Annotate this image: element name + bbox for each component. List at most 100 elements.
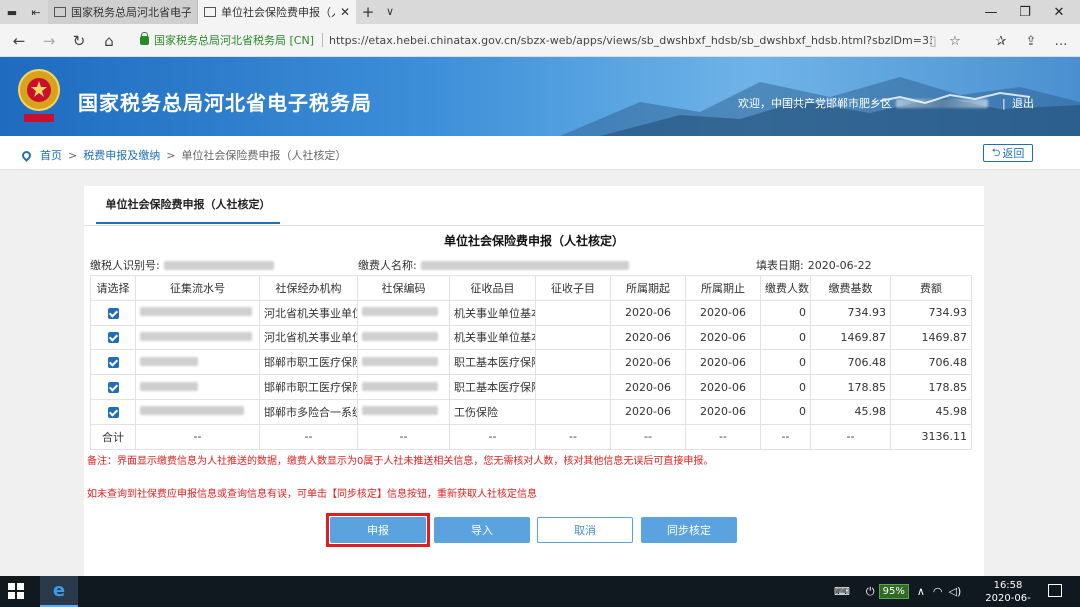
declaration-panel: 单位社会保险费申报（人社核定） 单位社会保险费申报（人社核定） 缴税人识别号: … — [84, 186, 984, 576]
amount-cell: 734.93 — [890, 299, 972, 326]
browser-tab-bar: ▬ ⇤ 国家税务总局河北省电子税 单位社会保险费申报（人 ✕ + ∨ — ❐ ✕ — [0, 0, 1080, 24]
home-icon[interactable]: ⌂ — [96, 28, 122, 53]
col-header: 征收品目 — [449, 275, 536, 301]
breadcrumb: 首页 > 税费申报及缴纳 > 单位社会保险费申报（人社核定） — [20, 147, 347, 163]
cancel-button[interactable]: 取消 — [537, 517, 633, 543]
site-title: 国家税务总局河北省电子税务局 — [78, 91, 372, 115]
total-dash: -- — [449, 423, 536, 450]
browser-tab-2[interactable]: 单位社会保险费申报（人 ✕ — [198, 0, 356, 24]
url-text[interactable]: https://etax.hebei.chinatax.gov.cn/sbzx-… — [329, 34, 932, 47]
new-tab-button[interactable]: + — [356, 0, 380, 24]
welcome-separator: | — [1002, 96, 1006, 110]
table-row: 河北省机关事业单位 机关事业单位基本 2020-06 2020-06 0 734… — [90, 299, 972, 326]
reading-view-icon[interactable]: ▯ — [922, 30, 944, 52]
table-row: 邯郸市多险合一系统 工伤保险 2020-06 2020-06 0 45.98 4… — [90, 398, 972, 425]
col-header: 社保经办机构 — [259, 275, 358, 301]
taxpayer-id-field: 缴税人识别号: — [90, 257, 274, 273]
base-cell: 734.93 — [810, 299, 891, 326]
checkbox-checked-icon[interactable] — [107, 332, 119, 344]
period-end-cell: 2020-06 — [685, 299, 761, 326]
col-header: 征收子目 — [535, 275, 611, 301]
tab-social-insurance[interactable]: 单位社会保险费申报（人社核定） — [96, 198, 280, 224]
amount-cell: 45.98 — [890, 398, 972, 425]
highlight-box — [326, 513, 430, 547]
checkbox-checked-icon[interactable] — [107, 357, 119, 369]
breadcrumb-separator: > — [68, 148, 78, 162]
refresh-icon[interactable]: ↻ — [66, 28, 92, 53]
tab-menu-icon[interactable]: ▬ — [0, 0, 24, 24]
period-start-cell: 2020-06 — [610, 299, 686, 326]
row-select[interactable] — [90, 398, 136, 425]
agency-cell: 河北省机关事业单位 — [259, 324, 358, 351]
amount-cell: 1469.87 — [890, 324, 972, 351]
total-dash: -- — [535, 423, 611, 450]
close-tab-icon[interactable]: ✕ — [340, 5, 350, 19]
total-dash: -- — [810, 423, 891, 450]
checkbox-checked-icon[interactable] — [107, 406, 119, 418]
forward-arrow-icon[interactable]: → — [36, 28, 62, 53]
back-arrow-icon[interactable]: ← — [6, 28, 32, 53]
windows-start-icon[interactable] — [8, 583, 24, 599]
row-select[interactable] — [90, 374, 136, 400]
tab-list-button[interactable]: ∨ — [380, 0, 400, 24]
browser-tab-label: 单位社会保险费申报（人 — [221, 6, 335, 19]
welcome-prefix: 欢迎，中国共产党邯郸市肥乡区 — [738, 97, 892, 110]
agency-cell: 邯郸市职工医疗保险 — [259, 349, 358, 376]
fill-date-value: 2020-06-22 — [807, 258, 872, 272]
breadcrumb-current: 单位社会保险费申报（人社核定） — [181, 149, 347, 162]
more-menu-icon[interactable]: … — [1050, 30, 1072, 52]
wifi-icon[interactable]: ◠ — [933, 585, 943, 598]
payer-name-field: 缴费人名称: — [358, 257, 629, 273]
period-end-cell: 2020-06 — [685, 324, 761, 351]
row-select[interactable] — [90, 299, 136, 326]
url-field[interactable]: 国家税务总局河北省税务局 [CN] https://etax.hebei.chi… — [140, 29, 932, 51]
power-plug-icon[interactable]: ⏻ — [866, 585, 875, 599]
agency-cell: 邯郸市多险合一系统 — [259, 398, 358, 425]
breadcrumb-bar: 首页 > 税费申报及缴纳 > 单位社会保险费申报（人社核定） ⮌ 返回 — [0, 136, 1080, 170]
serial-number-cell — [135, 324, 260, 351]
browser-tab-1[interactable]: 国家税务总局河北省电子税 — [48, 0, 198, 24]
certificate-label[interactable]: 国家税务总局河北省税务局 [CN] — [154, 32, 314, 48]
return-button[interactable]: ⮌ 返回 — [983, 144, 1033, 162]
col-header: 请选择 — [90, 275, 136, 301]
keyboard-icon[interactable]: ⌨ — [834, 585, 850, 598]
favorite-star-icon[interactable]: ☆ — [944, 30, 966, 52]
checkbox-checked-icon[interactable] — [107, 307, 119, 319]
col-header: 所属期止 — [685, 275, 761, 301]
insurance-code-cell — [357, 349, 450, 376]
col-header: 缴费人数 — [760, 275, 811, 301]
row-select[interactable] — [90, 324, 136, 351]
breadcrumb-home[interactable]: 首页 — [40, 147, 62, 163]
period-end-cell: 2020-06 — [685, 349, 761, 376]
volume-icon[interactable]: ◁) — [949, 585, 962, 598]
tab-divider — [84, 225, 984, 226]
insurance-code-cell — [357, 398, 450, 425]
taskbar-clock[interactable]: 16:58 2020-06-22 — [980, 579, 1036, 607]
period-start-cell: 2020-06 — [610, 374, 686, 400]
battery-indicator[interactable]: 95% — [878, 584, 909, 599]
system-tray: ⌨ ⏻ 95% ∧ ◠ ◁) — [834, 576, 961, 607]
edge-browser-icon[interactable]: e — [40, 576, 78, 607]
total-dash: -- — [685, 423, 761, 450]
sync-verify-button[interactable]: 同步核定 — [641, 517, 737, 543]
import-button[interactable]: 导入 — [434, 517, 530, 543]
logout-link[interactable]: 退出 — [1012, 95, 1034, 111]
notification-icon[interactable] — [1048, 584, 1062, 597]
return-icon: ⮌ — [991, 145, 1001, 159]
row-select[interactable] — [90, 349, 136, 376]
period-start-cell: 2020-06 — [610, 349, 686, 376]
col-header: 征集流水号 — [135, 275, 260, 301]
period-end-cell: 2020-06 — [685, 374, 761, 400]
insurance-code-cell — [357, 299, 450, 326]
share-icon[interactable]: ⇪ — [1020, 30, 1042, 52]
period-start-cell: 2020-06 — [610, 324, 686, 351]
item-cell: 工伤保险 — [449, 398, 536, 425]
close-window-icon[interactable]: ✕ — [1038, 0, 1080, 24]
chevron-up-icon[interactable]: ∧ — [917, 585, 925, 598]
favorites-hub-icon[interactable]: ✰ — [990, 30, 1012, 52]
breadcrumb-tax-filing[interactable]: 税费申报及缴纳 — [83, 147, 160, 163]
amount-cell: 706.48 — [890, 349, 972, 376]
set-tabs-aside-icon[interactable]: ⇤ — [24, 0, 48, 24]
checkbox-checked-icon[interactable] — [107, 382, 119, 394]
subitem-cell — [535, 349, 611, 376]
